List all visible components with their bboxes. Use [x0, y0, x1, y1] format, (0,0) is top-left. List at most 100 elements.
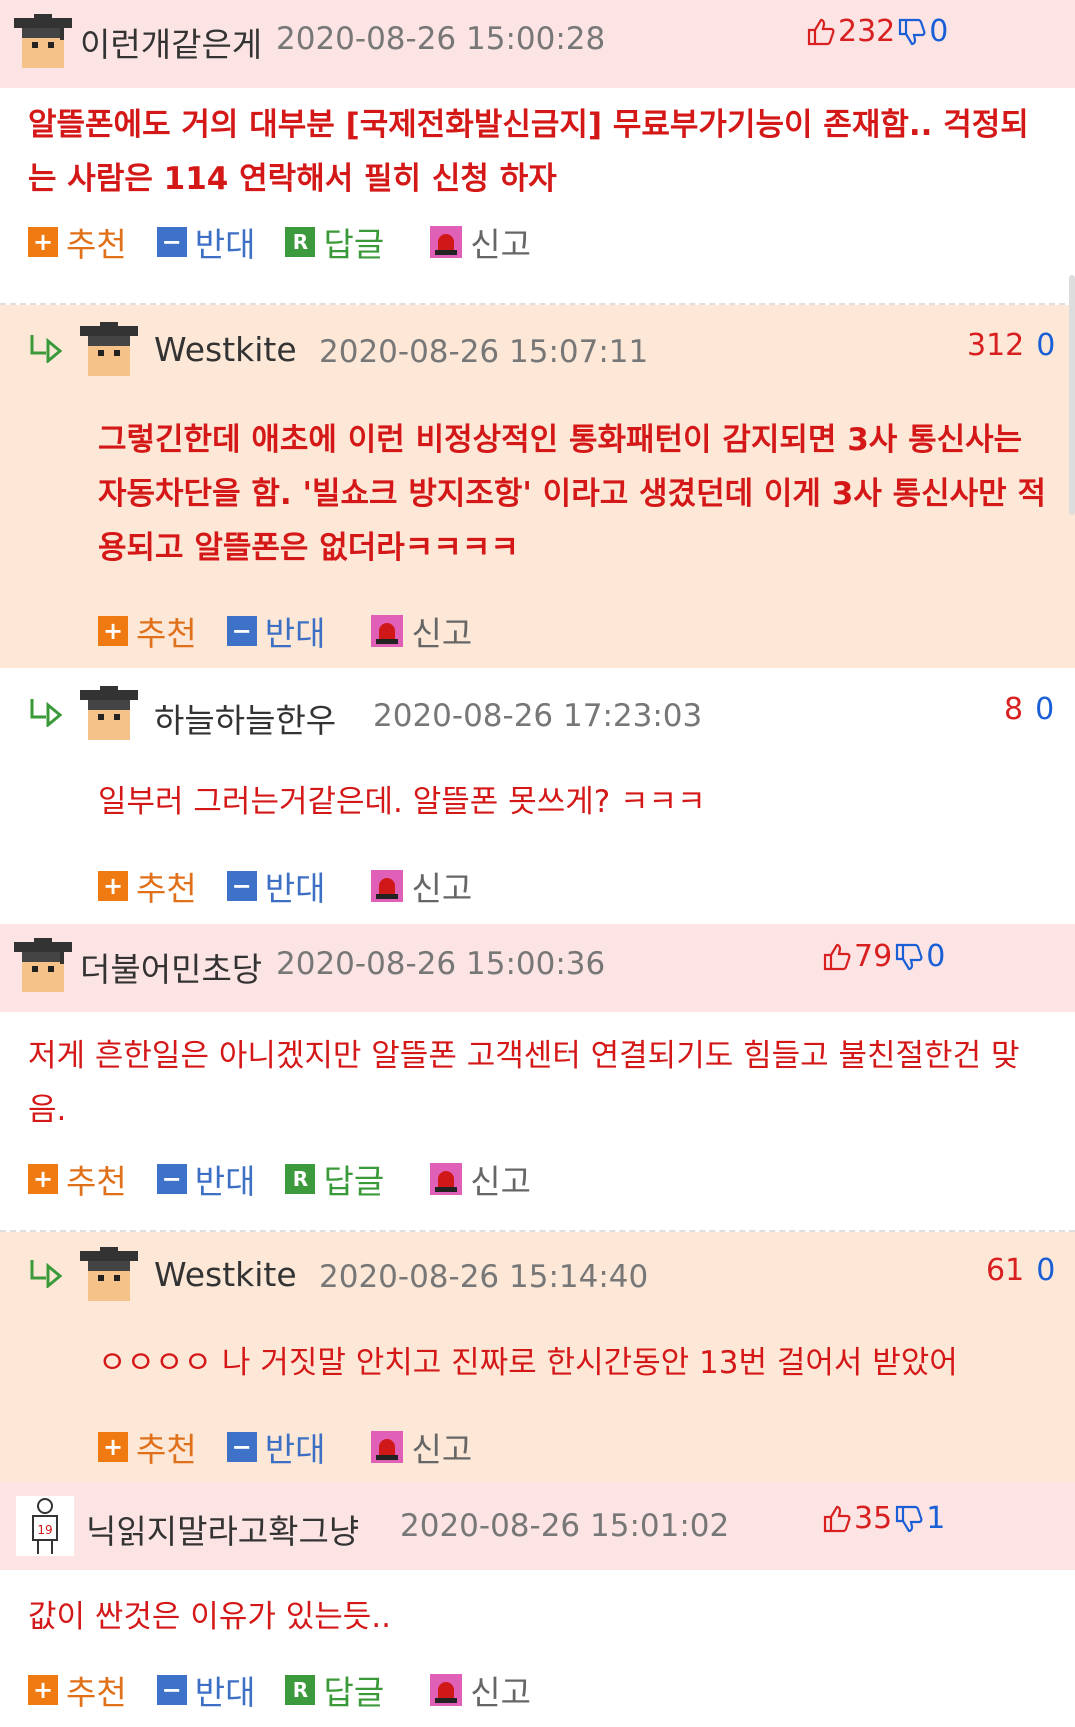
upvote-count: 312 — [967, 328, 1025, 363]
vote-counts: 61 0 — [986, 1253, 1055, 1288]
upvote-count: 61 — [986, 1253, 1025, 1288]
comment-text: 저게 흔한일은 아니겠지만 알뜰폰 고객센터 연결되기도 힘들고 불친절한건 맞… — [28, 1038, 1020, 1128]
thumbs-down-icon — [899, 18, 926, 45]
reply-arrow-icon — [30, 335, 63, 363]
avatar-grad-icon — [80, 322, 138, 376]
report-button[interactable]: 신고 — [430, 1666, 531, 1714]
avatar-grad-icon — [80, 686, 138, 740]
thumbs-up-icon — [807, 18, 835, 45]
avatar-grad-icon — [80, 1247, 138, 1301]
comment-actions: + 추천 − 반대 신고 — [98, 862, 502, 910]
downvote-count: 0 — [1035, 692, 1055, 727]
thumbs-up-icon — [823, 1505, 851, 1532]
minus-icon: − — [226, 616, 257, 646]
recommend-button[interactable]: + 추천 — [28, 1155, 127, 1203]
siren-icon — [371, 1431, 404, 1463]
comment-actions: + 추천 − 반대 R 답글 신고 — [28, 1666, 561, 1714]
minus-icon: − — [226, 1432, 257, 1462]
vote-counts: 79 0 — [822, 939, 945, 974]
downvote-count: 0 — [1036, 1253, 1056, 1288]
comment-actions: + 추천 − 반대 신고 — [98, 1423, 502, 1471]
avatar[interactable] — [80, 686, 138, 744]
comment-nickname[interactable]: 이런개같은게 — [80, 18, 262, 66]
thumbs-down-icon — [896, 943, 923, 970]
minus-icon: − — [156, 1675, 187, 1705]
vote-counts: 312 0 — [967, 328, 1055, 363]
upvote-count: 35 — [854, 1501, 893, 1536]
report-button[interactable]: 신고 — [371, 1423, 472, 1471]
upvote-count: 232 — [838, 14, 896, 49]
upvote-count: 8 — [1004, 692, 1024, 727]
downvote-count: 1 — [926, 1501, 946, 1536]
recommend-button[interactable]: + 추천 — [98, 607, 197, 655]
siren-icon — [371, 615, 404, 647]
avatar[interactable] — [14, 938, 72, 996]
reply-r-icon: R — [285, 1164, 316, 1194]
reply-arrow-icon — [30, 699, 63, 727]
downvote-count: 0 — [926, 939, 946, 974]
siren-icon — [430, 1674, 463, 1706]
avatar-grad-icon — [14, 14, 72, 68]
oppose-button[interactable]: − 반대 — [156, 218, 255, 266]
recommend-button[interactable]: + 추천 — [98, 862, 197, 910]
upvote-count: 79 — [854, 939, 893, 974]
comment-actions: + 추천 − 반대 R 답글 신고 — [28, 218, 561, 266]
plus-icon: + — [98, 871, 128, 901]
comment-text: 일부러 그러는거같은데. 알뜰폰 못쓰게? ㅋㅋㅋ — [98, 784, 706, 820]
plus-icon: + — [28, 227, 58, 257]
comment-date: 2020-08-26 15:07:11 — [319, 334, 649, 370]
avatar[interactable] — [14, 14, 72, 72]
minus-icon: − — [156, 227, 187, 257]
downvote-count: 0 — [929, 14, 949, 49]
siren-icon — [371, 870, 404, 902]
comment-nickname[interactable]: Westkite — [154, 1255, 297, 1294]
reply-r-icon: R — [285, 1675, 316, 1705]
vote-counts: 8 0 — [1004, 692, 1054, 727]
reply-button[interactable]: R 답글 — [285, 218, 384, 266]
comment-nickname[interactable]: Westkite — [154, 330, 297, 369]
scrollbar[interactable] — [1069, 275, 1075, 515]
svg-text:19: 19 — [37, 1523, 52, 1537]
comment-text: 알뜰폰에도 거의 대부분 [국제전화발신금지] 무료부가기능이 존재함.. 걱정… — [28, 107, 1029, 197]
avatar[interactable] — [80, 1247, 138, 1305]
reply-button[interactable]: R 답글 — [285, 1666, 384, 1714]
comment-text: 그렇긴한데 애초에 이런 비정상적인 통화패턴이 감지되면 3사 통신사는 자동… — [98, 422, 1047, 566]
siren-icon — [430, 1163, 463, 1195]
comment-actions: + 추천 − 반대 신고 — [98, 607, 502, 655]
oppose-button[interactable]: − 반대 — [156, 1155, 255, 1203]
downvote-count: 0 — [1036, 328, 1056, 363]
comment-date: 2020-08-26 15:01:02 — [400, 1508, 730, 1544]
comment-nickname[interactable]: 하늘하늘한우 — [154, 694, 336, 742]
avatar[interactable] — [80, 322, 138, 380]
avatar[interactable]: 19 — [16, 1496, 74, 1556]
reply-arrow-icon — [30, 1260, 63, 1288]
comment-date: 2020-08-26 15:00:36 — [276, 946, 606, 982]
recommend-button[interactable]: + 추천 — [28, 1666, 127, 1714]
vote-counts: 232 0 — [806, 14, 948, 49]
reply-r-icon: R — [285, 227, 316, 257]
oppose-button[interactable]: − 반대 — [226, 1423, 325, 1471]
plus-icon: + — [98, 616, 128, 646]
report-button[interactable]: 신고 — [430, 218, 531, 266]
comment-text: ㅇㅇㅇㅇ 나 거짓말 안치고 진짜로 한시간동안 13번 걸어서 받았어 — [98, 1345, 958, 1381]
recommend-button[interactable]: + 추천 — [98, 1423, 197, 1471]
minus-icon: − — [156, 1164, 187, 1194]
oppose-button[interactable]: − 반대 — [156, 1666, 255, 1714]
report-button[interactable]: 신고 — [371, 862, 472, 910]
thumbs-up-icon — [823, 943, 851, 970]
reply-button[interactable]: R 답글 — [285, 1155, 384, 1203]
comment-nickname[interactable]: 닉읽지말라고확그냥 — [86, 1505, 359, 1553]
comment-nickname[interactable]: 더불어민초당 — [80, 943, 262, 991]
vote-counts: 35 1 — [822, 1501, 945, 1536]
comment-date: 2020-08-26 15:14:40 — [319, 1259, 649, 1295]
oppose-button[interactable]: − 반대 — [226, 607, 325, 655]
report-button[interactable]: 신고 — [371, 607, 472, 655]
minus-icon: − — [226, 871, 257, 901]
plus-icon: + — [28, 1164, 58, 1194]
oppose-button[interactable]: − 반대 — [226, 862, 325, 910]
recommend-button[interactable]: + 추천 — [28, 218, 127, 266]
plus-icon: + — [98, 1432, 128, 1462]
comment-actions: + 추천 − 반대 R 답글 신고 — [28, 1155, 561, 1203]
siren-icon — [430, 226, 463, 258]
report-button[interactable]: 신고 — [430, 1155, 531, 1203]
